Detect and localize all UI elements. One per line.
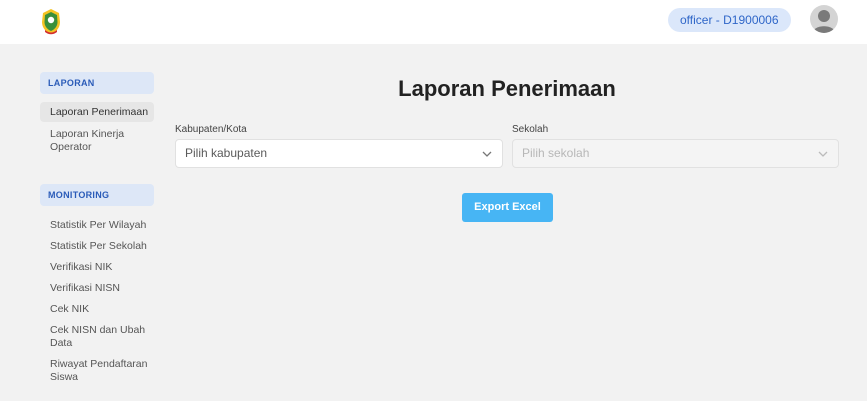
chevron-down-icon	[818, 151, 828, 157]
sekolah-select-value: Pilih sekolah	[522, 146, 590, 160]
sidebar-item-statistik-per-sekolah[interactable]: Statistik Per Sekolah	[40, 240, 154, 253]
user-avatar-icon[interactable]	[810, 5, 838, 33]
export-excel-button[interactable]: Export Excel	[462, 193, 553, 222]
kabupaten-select-value: Pilih kabupaten	[185, 146, 268, 160]
sidebar-item-laporan-penerimaan[interactable]: Laporan Penerimaan	[40, 102, 154, 122]
sidebar-item-riwayat-pendaftaran-siswa[interactable]: Riwayat Pendaftaran Siswa	[40, 358, 154, 384]
user-badge[interactable]: officer - D1900006	[668, 8, 791, 32]
sidebar-item-cek-nisn-ubah-data[interactable]: Cek NISN dan Ubah Data	[40, 324, 154, 350]
sidebar-item-laporan-kinerja-operator[interactable]: Laporan Kinerja Operator	[40, 128, 154, 154]
sidebar-item-cek-nik[interactable]: Cek NIK	[40, 303, 154, 316]
top-bar: officer - D1900006	[0, 0, 867, 44]
section-header-monitoring: MONITORING	[40, 184, 154, 206]
sidebar-item-verifikasi-nisn[interactable]: Verifikasi NISN	[40, 282, 154, 295]
chevron-down-icon	[482, 151, 492, 157]
kabupaten-select[interactable]: Pilih kabupaten	[175, 139, 503, 168]
section-header-laporan: LAPORAN	[40, 72, 154, 94]
page-title: Laporan Penerimaan	[398, 76, 616, 101]
sidebar-item-verifikasi-nik[interactable]: Verifikasi NIK	[40, 261, 154, 274]
kabupaten-label: Kabupaten/Kota	[175, 124, 247, 135]
logo-emblem-icon[interactable]	[39, 8, 63, 36]
sekolah-label: Sekolah	[512, 124, 549, 135]
sekolah-select[interactable]: Pilih sekolah	[512, 139, 839, 168]
sidebar-item-statistik-per-wilayah[interactable]: Statistik Per Wilayah	[40, 219, 154, 232]
sidebar: LAPORAN Laporan Penerimaan Laporan Kiner…	[40, 72, 154, 384]
